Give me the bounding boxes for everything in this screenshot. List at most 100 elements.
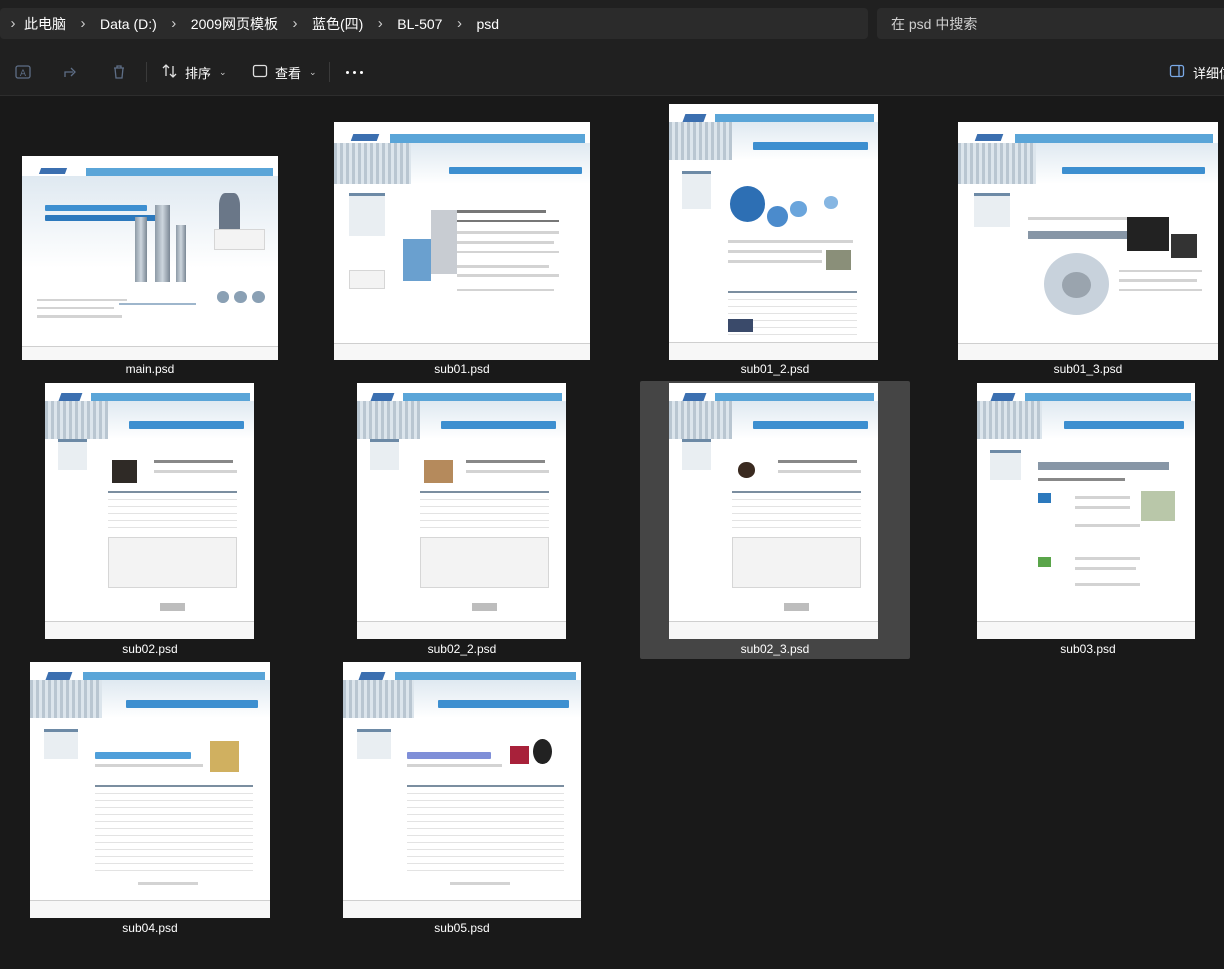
file-tile-sub05[interactable]: sub05.psd: [332, 660, 592, 938]
more-icon[interactable]: [344, 60, 365, 84]
chevron-right-icon[interactable]: ›: [282, 15, 308, 32]
thumb-footer: [45, 621, 254, 639]
chevron-right-icon[interactable]: ›: [6, 15, 20, 32]
thumb-text: [456, 210, 547, 213]
sort-button[interactable]: 排序 ⌄: [161, 60, 227, 84]
thumb-table: [407, 784, 565, 872]
thumb-sidebar: [681, 439, 711, 471]
file-name: sub03.psd: [1060, 642, 1116, 656]
breadcrumb-item-2009-templates[interactable]: 2009网页模板 ›: [187, 8, 308, 39]
file-tile-sub01[interactable]: sub01.psd: [332, 97, 592, 379]
breadcrumb-item-this-pc[interactable]: 此电脑 ›: [20, 8, 96, 39]
thumb-footer: [22, 345, 278, 360]
file-tile-sub03[interactable]: sub03.psd: [956, 381, 1220, 659]
thumb-nav: [1015, 133, 1213, 144]
details-label: 详细信: [1193, 65, 1224, 81]
view-icon: [251, 62, 269, 83]
thumb-circle: [1062, 271, 1091, 299]
thumb-text: [456, 288, 555, 292]
breadcrumb-item-psd[interactable]: psd: [472, 8, 503, 39]
thumb-text: [153, 459, 234, 463]
sort-label: 排序: [185, 65, 212, 81]
thumb-image: [431, 210, 457, 275]
thumb-text: [37, 298, 127, 302]
command-bar: A 排序 ⌄ 查看 ⌄ 详细信: [0, 48, 1224, 96]
thumb-text: [456, 241, 555, 244]
view-label: 查看: [275, 65, 302, 81]
rename-icon[interactable]: A: [13, 62, 33, 82]
thumb-number: [1038, 493, 1052, 504]
thumb-text: [1075, 523, 1141, 527]
file-name: sub01.psd: [434, 362, 490, 376]
breadcrumb-label: 蓝色(四): [311, 15, 364, 32]
search-placeholder: 在 psd 中搜索: [891, 15, 978, 32]
share-icon[interactable]: [61, 62, 81, 82]
file-tile-sub04[interactable]: sub04.psd: [20, 660, 280, 938]
svg-text:A: A: [20, 69, 27, 79]
breadcrumb-item-blue-four[interactable]: 蓝色(四) ›: [308, 8, 393, 39]
file-grid: main.psd sub01.psd sub01_2.psd sub01_3.p…: [0, 97, 1224, 969]
breadcrumb-item-bl-507[interactable]: BL-507 ›: [393, 8, 472, 39]
file-name: sub02_2.psd: [427, 642, 497, 656]
thumb-monitor: [1171, 233, 1198, 258]
breadcrumb[interactable]: › 此电脑 › Data (D:) › 2009网页模板 › 蓝色(四) › B…: [0, 8, 868, 39]
details-pane-icon: [1168, 62, 1186, 83]
thumb-building: [175, 225, 186, 283]
thumb-text: [1075, 495, 1130, 499]
thumb-number: [1038, 557, 1052, 568]
thumb-text: [1119, 288, 1203, 292]
thumb-tabs: [1038, 462, 1169, 471]
file-tile-sub01-3[interactable]: sub01_3.psd: [956, 97, 1220, 379]
thumb-slogan: [438, 700, 570, 709]
file-name: main.psd: [125, 362, 175, 376]
view-button[interactable]: 查看 ⌄: [251, 60, 317, 84]
thumb-text: [1119, 269, 1203, 273]
thumb-text: [407, 764, 503, 768]
thumb-icon: [234, 290, 248, 303]
breadcrumb-item-data-drive[interactable]: Data (D:) ›: [96, 8, 187, 39]
chevron-right-icon[interactable]: ›: [161, 15, 187, 32]
thumb-building: [134, 217, 148, 283]
thumb-text: [456, 219, 560, 223]
file-tile-sub01-2[interactable]: sub01_2.psd: [640, 97, 910, 379]
thumb-city: [30, 679, 102, 719]
thumb-pagination: [138, 882, 198, 886]
thumb-sidebar: [990, 449, 1021, 481]
thumb-text: [727, 260, 822, 264]
thumb-logo: [370, 393, 394, 401]
breadcrumb-label: 2009网页模板: [190, 15, 278, 32]
thumb-text: [37, 306, 115, 310]
chevron-right-icon[interactable]: ›: [70, 15, 96, 32]
thumb-button: [471, 603, 498, 611]
thumb-city: [45, 400, 108, 440]
thumb-text: [153, 470, 238, 474]
trash-icon[interactable]: [109, 62, 129, 82]
file-thumbnail: [45, 383, 254, 639]
file-tile-main[interactable]: main.psd: [20, 97, 280, 379]
search-input[interactable]: 在 psd 中搜索: [877, 8, 1224, 39]
thumb-text: [456, 274, 560, 278]
thumb-heading: [94, 751, 191, 760]
thumb-slogan: [440, 421, 556, 430]
thumb-text: [456, 231, 560, 235]
file-tile-sub02-2[interactable]: sub02_2.psd: [332, 381, 592, 659]
thumb-text: [94, 764, 203, 768]
breadcrumb-label: 此电脑: [24, 15, 66, 32]
details-pane-button[interactable]: 详细信: [1168, 60, 1224, 84]
thumb-image: [403, 238, 432, 282]
thumb-circle: [790, 201, 807, 217]
chevron-right-icon[interactable]: ›: [367, 15, 393, 32]
file-thumbnail: [357, 383, 566, 639]
thumb-text: [456, 250, 560, 254]
file-tile-sub02[interactable]: sub02.psd: [20, 381, 280, 659]
breadcrumb-root[interactable]: ›: [6, 8, 20, 39]
thumb-textarea: [731, 536, 862, 588]
thumb-logo: [38, 168, 67, 175]
file-thumbnail: [669, 104, 878, 360]
thumb-text: [727, 249, 822, 253]
file-tile-sub02-3[interactable]: sub02_3.psd: [640, 381, 910, 659]
chevron-right-icon[interactable]: ›: [446, 15, 472, 32]
file-name: sub05.psd: [434, 921, 490, 935]
thumb-city: [343, 679, 415, 719]
file-name: sub02.psd: [122, 642, 178, 656]
